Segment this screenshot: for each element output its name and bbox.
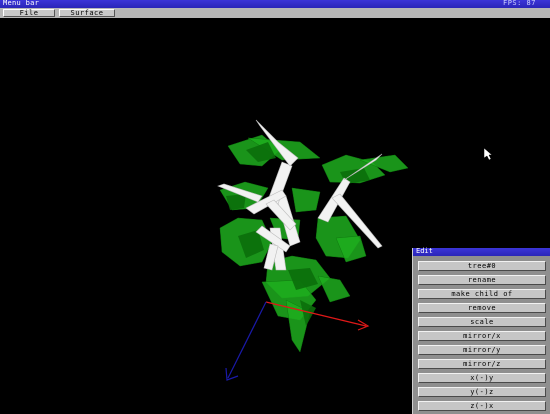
menu-file[interactable]: File <box>3 9 55 17</box>
mirror-x-button[interactable]: mirror/x <box>418 331 546 341</box>
edit-panel-title-text: Edit <box>416 247 433 255</box>
menubar: File Surface <box>0 8 550 18</box>
fps-counter: FPS: 87 <box>502 0 536 7</box>
make-child-of-button[interactable]: make child of <box>418 289 546 299</box>
edit-panel-title: Edit <box>413 247 550 256</box>
mouse-cursor-icon <box>483 147 493 161</box>
menu-bar-title-text: Menu bar <box>3 0 40 7</box>
swap-z-x-button[interactable]: z(-)x <box>418 401 546 411</box>
edit-panel: Edit tree#0 rename make child of remove … <box>412 247 550 414</box>
remove-button[interactable]: remove <box>418 303 546 313</box>
mirror-z-button[interactable]: mirror/z <box>418 359 546 369</box>
menu-surface[interactable]: Surface <box>59 9 115 17</box>
swap-y-z-button[interactable]: y(-)z <box>418 387 546 397</box>
swap-x-y-button[interactable]: x(-)y <box>418 373 546 383</box>
mirror-y-button[interactable]: mirror/y <box>418 345 546 355</box>
tree-name-button[interactable]: tree#0 <box>418 261 546 271</box>
y-axis-line <box>227 301 267 379</box>
rename-button[interactable]: rename <box>418 275 546 285</box>
scale-button[interactable]: scale <box>418 317 546 327</box>
menu-bar-title: Menu bar FPS: 87 <box>0 0 550 8</box>
